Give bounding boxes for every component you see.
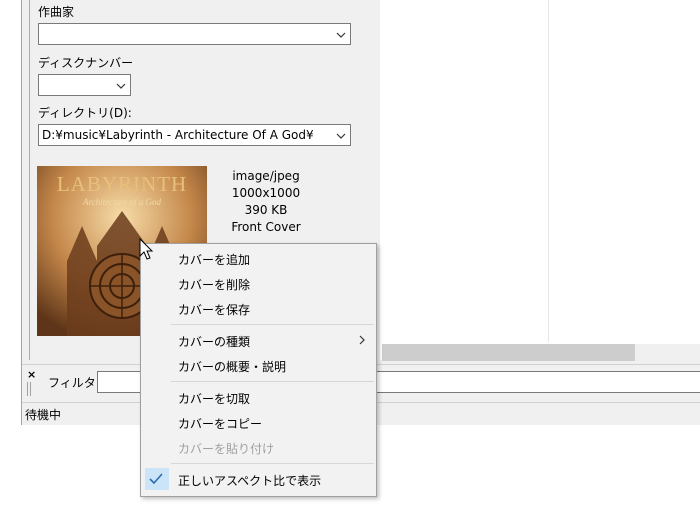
horizontal-scrollbar[interactable] [382,344,700,361]
album-title: LABYRINTH [56,172,188,196]
chevron-down-icon [116,83,126,89]
close-icon[interactable]: × [27,368,36,381]
checkmark-icon [149,473,163,485]
album-subtitle: Architecture of a God [82,197,162,207]
menu-separator [171,324,374,325]
cover-size: 390 KB [244,203,288,217]
menu-item-save-cover[interactable]: カバーを保存 [178,301,250,318]
menu-item-paste-cover: カバーを貼り付け [178,442,275,456]
context-menu: カバーを追加 カバーを削除 カバーを保存 カバーの種類 カバーの概要・説明 カバ… [140,243,377,497]
submenu-arrow-icon [359,335,365,345]
menu-item-cover-description[interactable]: カバーの概要・説明 [178,358,286,375]
cover-info: image/jpeg 1000x1000 390 KB Front Cover [228,168,304,236]
mouse-cursor-icon [139,238,154,260]
directory-combo[interactable]: D:¥music¥Labyrinth - Architecture Of A G… [38,124,351,146]
cover-type: Front Cover [231,220,301,234]
menu-item-cut-cover[interactable]: カバーを切取 [178,390,250,407]
status-text: 待機中 [25,408,62,422]
file-list-area[interactable] [380,0,700,360]
chevron-down-icon [336,133,346,139]
menu-item-add-cover[interactable]: カバーを追加 [178,251,250,268]
menu-separator [171,463,374,464]
scrollbar-thumb[interactable] [382,344,635,361]
grip-handle[interactable] [27,382,31,396]
chevron-down-icon [336,32,346,38]
menu-separator [171,381,374,382]
cover-dimensions: 1000x1000 [231,186,301,200]
disc-number-label: ディスクナンバー [38,56,134,70]
filter-label: フィルタ: [48,376,100,390]
composer-combo[interactable] [38,23,351,45]
directory-label: ディレクトリ(D): [38,106,132,120]
cover-format: image/jpeg [232,169,300,183]
menu-item-delete-cover[interactable]: カバーを削除 [178,276,250,293]
menu-item-cover-type[interactable]: カバーの種類 [178,333,250,350]
column-divider [548,0,549,342]
directory-value: D:¥music¥Labyrinth - Architecture Of A G… [42,128,314,142]
disc-number-combo[interactable] [38,74,131,96]
composer-label: 作曲家 [38,5,75,19]
menu-item-copy-cover[interactable]: カバーをコピー [178,415,262,432]
menu-item-aspect-ratio[interactable]: 正しいアスペクト比で表示 [178,472,321,489]
